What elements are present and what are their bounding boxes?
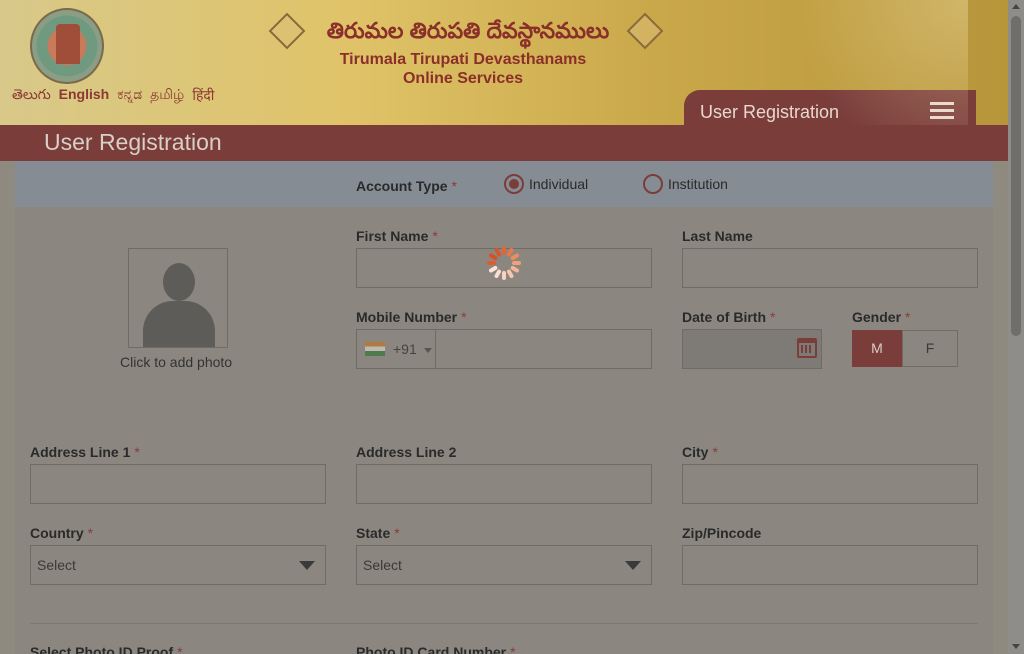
lang-english[interactable]: English xyxy=(59,86,110,106)
lang-hindi[interactable]: हिंदी xyxy=(192,86,214,106)
country-select[interactable]: Select xyxy=(30,545,326,585)
scrollbar-thumb[interactable] xyxy=(1011,16,1021,336)
avatar-head xyxy=(163,263,195,301)
photo-id-proof-label: Select Photo ID Proof * xyxy=(30,644,183,654)
country-select-value: Select xyxy=(37,557,76,573)
city-label: City * xyxy=(682,444,718,460)
radio-institution[interactable] xyxy=(643,174,663,194)
right-emblem-icon xyxy=(626,12,664,50)
first-name-label: First Name * xyxy=(356,228,438,244)
site-title-line1: Tirumala Tirupati Devasthanams xyxy=(339,51,587,68)
gender-male-button[interactable]: M xyxy=(852,330,902,367)
address1-label: Address Line 1 * xyxy=(30,444,140,460)
address2-input[interactable] xyxy=(356,464,652,504)
lang-kannada[interactable]: ಕನ್ನಡ xyxy=(117,86,142,106)
country-label: Country * xyxy=(30,525,94,541)
scroll-up-icon[interactable] xyxy=(1012,4,1020,9)
chevron-down-icon xyxy=(299,561,315,570)
chevron-down-icon xyxy=(625,561,641,570)
section-divider xyxy=(30,623,978,624)
last-name-label: Last Name xyxy=(682,228,753,244)
spinner-petal xyxy=(502,246,506,255)
mobile-label: Mobile Number * xyxy=(356,309,467,325)
language-switcher: తెలుగు English ಕನ್ನಡ தமிழ் हिंदी xyxy=(12,86,214,106)
site-header: తెలుగు English ಕನ್ನಡ தமிழ் हिंदी తిరుమల … xyxy=(0,0,1008,126)
dob-label: Date of Birth * xyxy=(682,309,776,325)
site-title-line2: Online Services xyxy=(402,70,524,87)
scroll-down-icon[interactable] xyxy=(1012,644,1020,649)
address2-label: Address Line 2 xyxy=(356,444,457,460)
hamburger-icon[interactable] xyxy=(930,102,954,120)
ttd-logo[interactable] xyxy=(30,8,104,84)
site-title-telugu: తిరుమల తిరుపతి దేవస్థానములు xyxy=(326,18,610,43)
country-code-caret-icon[interactable] xyxy=(424,348,432,353)
country-code[interactable]: +91 xyxy=(393,341,417,357)
last-name-input[interactable] xyxy=(682,248,978,288)
spinner-petal xyxy=(512,261,521,265)
lang-telugu[interactable]: తెలుగు xyxy=(12,86,51,106)
loading-spinner-icon xyxy=(487,246,521,280)
left-emblem-icon xyxy=(268,12,306,50)
state-select[interactable]: Select xyxy=(356,545,652,585)
registration-form: Account Type * Individual Institution Cli… xyxy=(15,161,993,654)
lang-tamil[interactable]: தமிழ் xyxy=(150,86,184,106)
radio-individual-label[interactable]: Individual xyxy=(529,176,588,192)
gender-label: Gender * xyxy=(852,309,911,325)
code-divider xyxy=(435,330,436,368)
spinner-petal xyxy=(487,261,496,265)
photo-upload[interactable] xyxy=(128,248,228,348)
zip-label: Zip/Pincode xyxy=(682,525,762,541)
radio-institution-label[interactable]: Institution xyxy=(668,176,728,192)
state-label: State * xyxy=(356,525,400,541)
mobile-input[interactable]: +91 xyxy=(356,329,652,369)
nav-tab: User Registration xyxy=(684,90,976,126)
nav-tab-label: User Registration xyxy=(700,102,840,122)
city-input[interactable] xyxy=(682,464,978,504)
photo-id-number-label: Photo ID Card Number * xyxy=(356,644,516,654)
address1-input[interactable] xyxy=(30,464,326,504)
dob-input[interactable] xyxy=(682,329,822,369)
india-flag-icon xyxy=(365,342,385,356)
photo-caption[interactable]: Click to add photo xyxy=(120,354,232,370)
account-type-label: Account Type * xyxy=(356,178,457,194)
page-scrollbar[interactable] xyxy=(1008,0,1024,654)
spinner-petal xyxy=(502,271,506,280)
site-title-english: Tirumala Tirupati Devasthanams Online Se… xyxy=(308,50,618,88)
page-title-bar: User Registration xyxy=(0,125,1008,161)
calendar-icon[interactable] xyxy=(797,338,817,358)
avatar-body xyxy=(143,301,215,347)
radio-individual[interactable] xyxy=(504,174,524,194)
account-type-row: Account Type * Individual Institution xyxy=(15,161,993,207)
state-select-value: Select xyxy=(363,557,402,573)
zip-input[interactable] xyxy=(682,545,978,585)
page-title: User Registration xyxy=(44,129,222,155)
gender-female-button[interactable]: F xyxy=(902,330,958,367)
